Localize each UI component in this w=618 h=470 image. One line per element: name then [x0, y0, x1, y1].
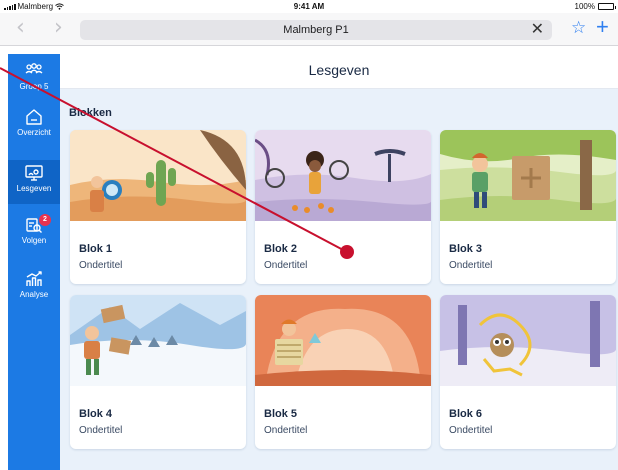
browser-toolbar: ‹ › Malmberg P1 ✕ ☆ +	[0, 13, 618, 46]
block-illustration-snow	[70, 295, 246, 386]
card-subtitle: Ondertitel	[264, 260, 308, 271]
sidebar: Groep 5 Overzicht Lesgeven 2 Volgen Anal…	[8, 54, 60, 470]
sidebar-item-label: Overzicht	[17, 128, 51, 137]
card-subtitle: Ondertitel	[79, 260, 123, 271]
sidebar-item-volgen[interactable]: 2 Volgen	[8, 212, 60, 256]
card-subtitle: Ondertitel	[79, 425, 123, 436]
card-title: Blok 3	[449, 243, 483, 255]
block-illustration-cave	[255, 295, 431, 386]
address-text[interactable]: Malmberg P1	[283, 24, 348, 36]
block-illustration-desert	[70, 130, 246, 221]
sidebar-item-label: Volgen	[21, 236, 47, 245]
card-subtitle: Ondertitel	[449, 260, 493, 271]
card-title: Blok 1	[79, 243, 113, 255]
block-illustration-forest	[440, 130, 616, 221]
sidebar-item-lesgeven[interactable]: Lesgeven	[8, 160, 60, 204]
star-icon[interactable]: ☆	[571, 19, 586, 37]
block-card-3[interactable]: Blok 3 Ondertitel	[440, 130, 616, 284]
address-bar[interactable]: Malmberg P1 ✕	[80, 20, 552, 40]
card-title: Blok 2	[264, 243, 298, 255]
sidebar-item-analyse[interactable]: Analyse	[8, 266, 60, 310]
battery-status: 100%	[574, 2, 616, 11]
block-card-4[interactable]: Blok 4 Ondertitel	[70, 295, 246, 449]
block-illustration-owl	[440, 295, 616, 386]
block-card-1[interactable]: Blok 1 Ondertitel	[70, 130, 246, 284]
close-icon[interactable]: ✕	[531, 21, 544, 39]
teach-screen-icon	[25, 165, 43, 181]
block-illustration-savanna	[255, 130, 431, 221]
sidebar-item-label: Groep 5	[19, 82, 49, 91]
home-icon	[26, 109, 42, 125]
battery-icon	[598, 3, 616, 10]
block-card-6[interactable]: Blok 6 Ondertitel	[440, 295, 616, 449]
sidebar-item-groep[interactable]: Groep 5	[8, 58, 60, 102]
sidebar-item-label: Lesgeven	[16, 184, 52, 193]
ipad-screen: Malmberg 9:41 AM 100% ‹ › Malmberg P1 ✕ …	[0, 0, 618, 470]
card-title: Blok 5	[264, 408, 298, 420]
group-icon	[25, 63, 43, 74]
clock: 9:41 AM	[293, 2, 325, 11]
main-content: Blokken Blok 1 Ondertitel Blok 2 Onderti…	[60, 89, 618, 470]
battery-percentage: 100%	[574, 2, 595, 11]
plus-icon[interactable]: +	[596, 16, 609, 38]
chart-icon	[26, 271, 42, 286]
sidebar-item-label: Analyse	[19, 290, 49, 299]
section-heading: Blokken	[69, 107, 112, 119]
back-arrow-icon[interactable]: ‹	[16, 17, 25, 39]
card-subtitle: Ondertitel	[264, 425, 308, 436]
forward-arrow-icon[interactable]: ›	[54, 17, 63, 39]
sidebar-item-overzicht[interactable]: Overzicht	[8, 104, 60, 148]
block-card-5[interactable]: Blok 5 Ondertitel	[255, 295, 431, 449]
card-title: Blok 4	[79, 408, 113, 420]
notification-badge: 2	[39, 214, 51, 226]
card-title: Blok 6	[449, 408, 483, 420]
page-header: Lesgeven	[60, 54, 618, 89]
card-subtitle: Ondertitel	[449, 425, 493, 436]
page-title: Lesgeven	[308, 62, 370, 78]
block-card-2[interactable]: Blok 2 Ondertitel	[255, 130, 431, 284]
status-bar: Malmberg 9:41 AM 100%	[0, 0, 618, 13]
